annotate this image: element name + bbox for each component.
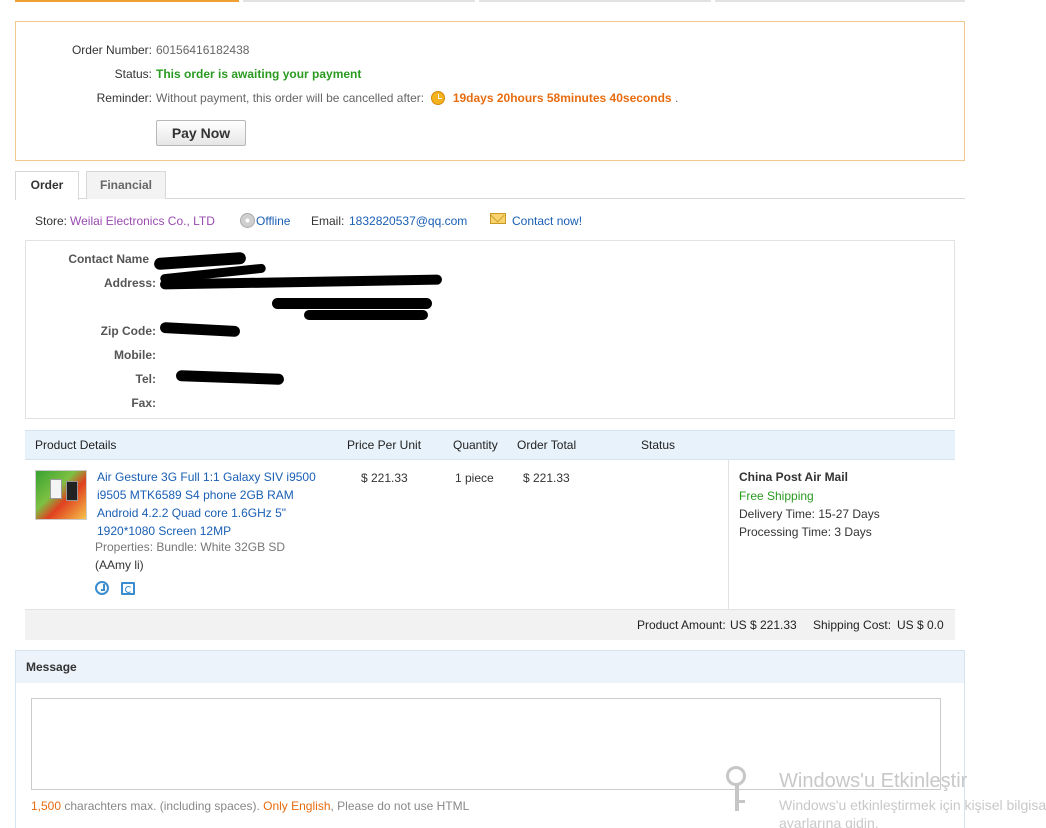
product-amount-label: Product Amount: <box>637 618 726 632</box>
redaction-mark <box>272 298 432 309</box>
header-quantity: Quantity <box>453 438 498 452</box>
redaction-mark <box>175 370 285 385</box>
message-guidelines: 1,500 charachters max. (including spaces… <box>31 799 469 813</box>
reminder-label: Reminder: <box>96 91 152 105</box>
mail-icon <box>490 213 506 224</box>
tab-order[interactable]: Order <box>15 171 79 200</box>
store-name-link[interactable]: Weilai Electronics Co., LTD <box>70 213 215 229</box>
order-number-label: Order Number: <box>71 43 152 57</box>
processing-time-value: 3 Days <box>834 525 872 539</box>
address-label: Address: <box>103 276 156 290</box>
status-row: Status: This order is awaiting your paym… <box>16 66 956 82</box>
shipping-cost-label: Shipping Cost: <box>813 618 892 632</box>
order-number: 60156416182438 <box>156 43 250 57</box>
pay-now-button[interactable]: Pay Now <box>156 120 246 146</box>
order-total-value: $ 221.33 <box>523 471 570 485</box>
refresh-icon[interactable] <box>121 582 135 595</box>
reminder-content: Without payment, this order will be canc… <box>156 90 678 106</box>
unit-price: $ 221.33 <box>361 471 408 485</box>
store-label: Store: <box>35 214 68 228</box>
order-progress-strip <box>15 0 965 2</box>
fax-label: Fax: <box>131 396 156 410</box>
buyer-name: (AAmy li) <box>95 558 144 572</box>
delivery-time-label: Delivery Time: <box>739 507 816 521</box>
product-amount: US $ 221.33 <box>730 618 797 632</box>
redaction-mark <box>159 321 241 338</box>
progress-step-1 <box>15 0 239 2</box>
tab-financial[interactable]: Financial <box>86 171 166 199</box>
header-product-details: Product Details <box>35 438 117 452</box>
char-limit: 1,500 <box>31 799 62 813</box>
delivery-time: Delivery Time: 15-27 Days <box>739 506 880 522</box>
html-note: , Please do not use HTML <box>330 799 470 813</box>
header-order-total: Order Total <box>517 438 577 452</box>
product-thumbnail[interactable] <box>35 470 87 520</box>
mobile-label: Mobile: <box>114 348 156 362</box>
char-limit-text: charachters max. (including spaces). <box>61 799 264 813</box>
message-header: Message <box>16 651 964 683</box>
seller-email[interactable]: 1832820537@qq.com <box>349 213 467 229</box>
processing-time: Processing Time: 3 Days <box>739 524 872 540</box>
product-properties: Properties: Bundle: White 32GB SD <box>95 540 286 554</box>
order-tabs: Order Financial <box>15 171 965 200</box>
alarm-clock-icon[interactable] <box>95 581 109 595</box>
watermark-title: Windows'u Etkinleştir <box>779 770 968 792</box>
online-status[interactable]: Offline <box>256 213 290 229</box>
order-number-row: Order Number: 60156416182438 <box>16 42 956 58</box>
watermark-subtitle: Windows'u etkinleştirmek için kişisel bi… <box>779 797 1046 828</box>
progress-step-4 <box>715 0 965 2</box>
delivery-time-value: 15-27 Days <box>818 507 880 521</box>
order-summary-box: Order Number: 60156416182438 Status: Thi… <box>15 21 965 161</box>
reminder-row: Reminder: Without payment, this order wi… <box>16 90 956 106</box>
header-price: Price Per Unit <box>347 438 422 452</box>
contact-name-label: Contact Name <box>68 252 149 266</box>
status-label: Status: <box>114 67 152 81</box>
progress-step-3 <box>479 0 711 2</box>
shipping-method: China Post Air Mail <box>739 470 848 484</box>
offline-status-icon <box>240 213 255 228</box>
zip-code-label: Zip Code: <box>100 324 156 338</box>
contact-now-link[interactable]: Contact now! <box>512 213 582 229</box>
countdown-suffix: . <box>674 91 679 105</box>
store-info: Store: Weilai Electronics Co., LTD Offli… <box>35 213 735 229</box>
reminder-text: Without payment, this order will be canc… <box>156 91 425 105</box>
countdown-timer: 19days 20hours 58minutes 40seconds <box>452 91 672 105</box>
key-icon <box>724 766 750 812</box>
header-status: Status <box>641 438 676 452</box>
windows-activation-watermark: Windows'u Etkinleştir Windows'u etkinleş… <box>724 764 1046 828</box>
clock-icon <box>431 91 446 105</box>
redaction-mark <box>304 310 428 320</box>
product-table-header: Product Details Price Per Unit Quantity … <box>25 430 955 460</box>
table-row: Air Gesture 3G Full 1:1 Galaxy SIV i9500… <box>25 460 955 610</box>
shipping-info: China Post Air Mail Free Shipping Delive… <box>728 460 955 610</box>
product-title-link[interactable]: Air Gesture 3G Full 1:1 Galaxy SIV i9500… <box>97 468 327 540</box>
shipping-address-box: Contact Name Address: Zip Code: Mobile: … <box>25 240 955 419</box>
order-status: This order is awaiting your payment <box>156 67 362 81</box>
quantity-value: 1 piece <box>455 471 494 485</box>
only-english-note: Only English <box>263 799 331 813</box>
order-totals: Product Amount: US $ 221.33 Shipping Cos… <box>25 610 955 640</box>
processing-time-label: Processing Time: <box>739 525 832 539</box>
progress-step-2 <box>243 0 475 2</box>
tel-label: Tel: <box>135 372 156 386</box>
shipping-cost: US $ 0.0 <box>897 618 944 632</box>
email-label: Email: <box>311 214 345 228</box>
free-shipping: Free Shipping <box>739 489 814 503</box>
